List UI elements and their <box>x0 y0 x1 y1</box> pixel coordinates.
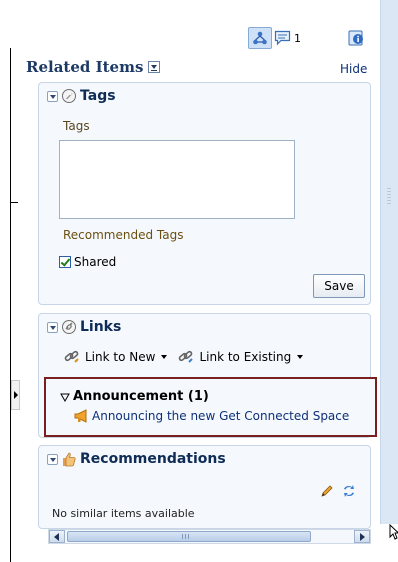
thumbs-up-icon <box>63 452 76 467</box>
expand-triangle-icon <box>60 393 70 402</box>
announcement-group-header[interactable]: Announcement (1) <box>60 389 209 404</box>
recommendations-panel-header: Recommendations <box>47 451 226 467</box>
tags-panel-header: Tags <box>47 88 116 104</box>
announcement-group-title: Announcement (1) <box>73 389 209 404</box>
link-to-existing-label: Link to Existing <box>199 350 292 364</box>
megaphone-icon <box>74 409 87 423</box>
border-tick <box>10 202 18 203</box>
info-icon <box>348 30 363 46</box>
chain-link-icon <box>179 350 194 363</box>
tags-textarea[interactable] <box>59 140 295 219</box>
link-to-new-menu[interactable]: Link to New <box>63 349 168 365</box>
announcement-link-text: Announcing the new Get Connected Space <box>92 409 350 423</box>
comments-button[interactable]: 1 <box>274 28 320 48</box>
people-toggle-button[interactable] <box>248 27 272 49</box>
hide-link[interactable]: Hide <box>340 62 367 76</box>
people-network-icon <box>253 31 267 45</box>
comment-count: 1 <box>294 31 301 45</box>
announcement-link[interactable]: Announcing the new Get Connected Space <box>74 409 349 423</box>
scroll-right-button[interactable] <box>354 530 370 543</box>
related-items-title: Related Items <box>26 58 144 76</box>
scroll-left-button[interactable] <box>49 530 65 543</box>
recommendations-collapse-button[interactable] <box>47 453 58 465</box>
shared-option[interactable]: Shared <box>59 255 116 269</box>
scrollbar-track[interactable] <box>380 0 398 524</box>
links-panel-header: Links <box>47 319 121 335</box>
page-left-border <box>10 48 11 562</box>
tags-field-label: Tags <box>63 119 90 133</box>
splitter-expand-handle[interactable] <box>11 380 20 410</box>
vertical-scrollbar[interactable] <box>380 0 398 562</box>
info-button[interactable] <box>346 28 366 48</box>
related-items-menu-button[interactable] <box>148 61 161 73</box>
shared-label: Shared <box>74 255 117 269</box>
tags-panel: Tags Tags Recommended Tags Shared Save <box>38 82 371 305</box>
announcement-group: Announcement (1) Announcing the new Get … <box>44 377 377 437</box>
related-items-header: Related Items <box>26 58 161 76</box>
chevron-down-icon <box>161 355 168 359</box>
chain-link-icon <box>64 350 79 363</box>
chevron-down-icon <box>297 355 304 359</box>
refresh-icon[interactable] <box>342 484 356 498</box>
recommendations-tools <box>320 484 356 498</box>
save-button[interactable]: Save <box>313 274 365 298</box>
recommendations-panel-title: Recommendations <box>80 451 226 467</box>
links-collapse-button[interactable] <box>47 321 58 333</box>
shared-checkbox[interactable] <box>59 256 71 268</box>
recommended-tags-label: Recommended Tags <box>63 228 184 242</box>
mouse-pointer-icon <box>389 524 398 540</box>
link-icon <box>62 320 76 334</box>
links-panel-title: Links <box>80 319 122 335</box>
pencil-icon[interactable] <box>320 484 334 498</box>
recommendations-panel: Recommendations No similar items availab… <box>38 445 371 529</box>
tags-panel-title: Tags <box>80 88 116 104</box>
tags-collapse-button[interactable] <box>47 90 58 102</box>
horizontal-scrollbar[interactable] <box>48 529 371 544</box>
link-to-new-label: Link to New <box>85 350 156 364</box>
link-actions-bar: Link to New Link to Existing <box>63 349 304 365</box>
tag-icon <box>62 89 76 103</box>
scrollbar-grip[interactable] <box>387 188 391 204</box>
recommendations-empty-text: No similar items available <box>52 507 195 520</box>
comment-bubble-icon <box>274 30 291 46</box>
scrollbar-thumb[interactable] <box>67 531 311 542</box>
link-to-existing-menu[interactable]: Link to Existing <box>177 349 304 365</box>
